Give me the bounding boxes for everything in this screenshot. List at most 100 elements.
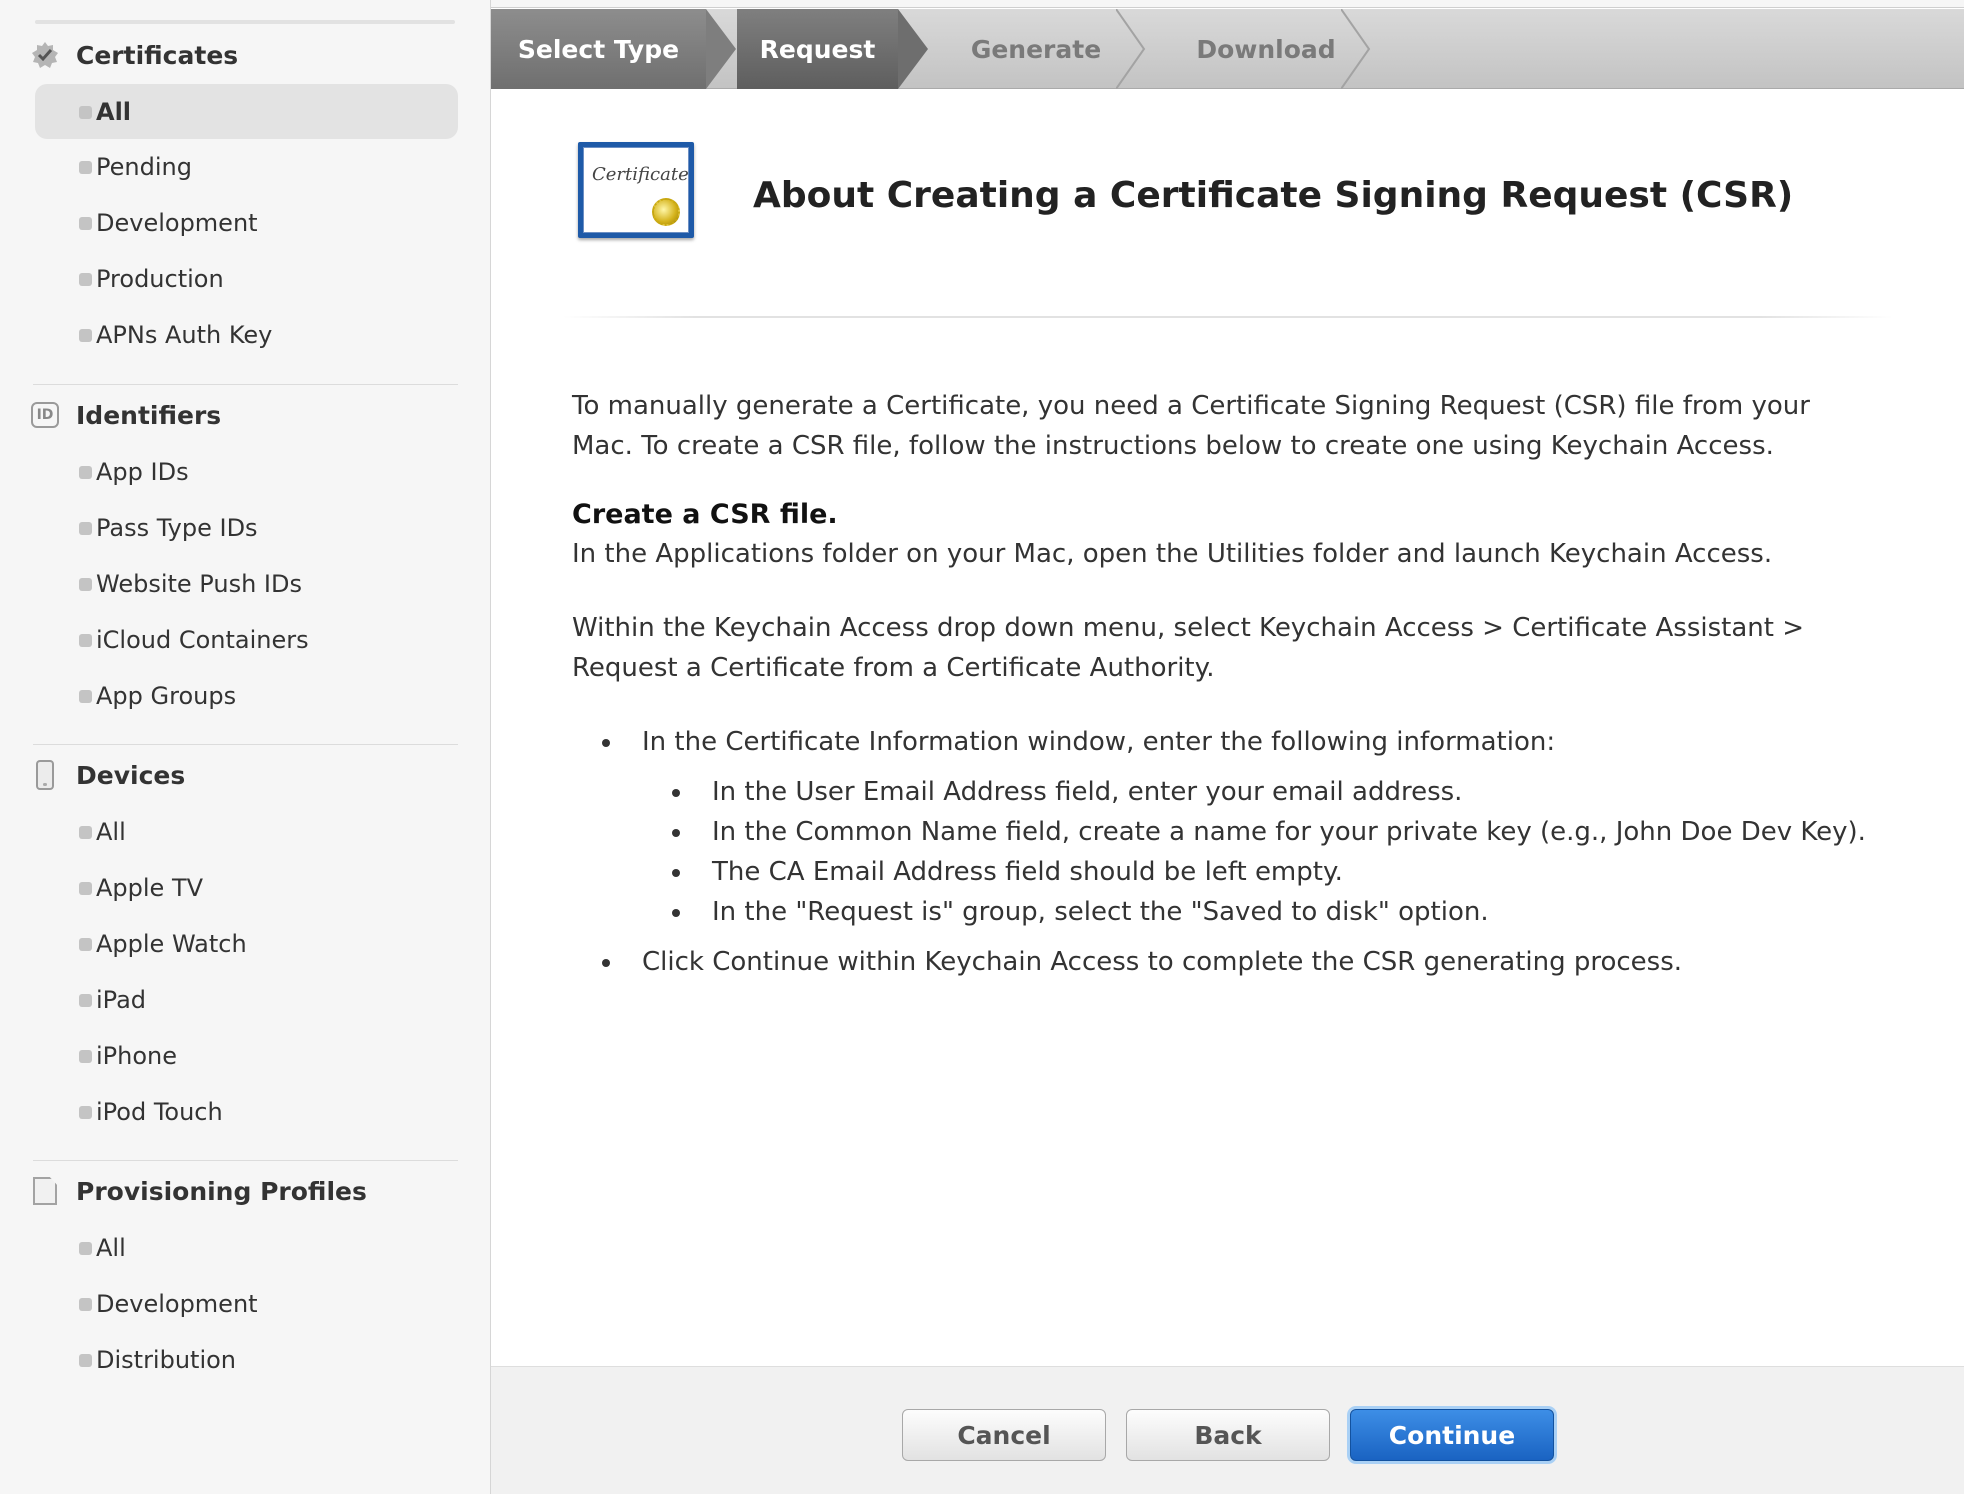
bullet-icon xyxy=(79,826,92,839)
sub-list-item: In the User Email Address field, enter y… xyxy=(642,772,1872,812)
sidebar-divider xyxy=(33,744,458,745)
sidebar-item-label: iPhone xyxy=(96,1041,178,1070)
sidebar-item-label: Apple TV xyxy=(96,873,204,902)
csr-subheading: Create a CSR file. xyxy=(572,499,838,530)
menu-paragraph: Within the Keychain Access drop down men… xyxy=(572,613,1805,683)
chevron-right-icon xyxy=(1116,9,1146,89)
sidebar-item-label: Production xyxy=(96,264,224,293)
document-icon xyxy=(30,1176,60,1206)
footer-bar: Cancel Back Continue xyxy=(491,1366,1964,1494)
bullet-icon xyxy=(79,466,92,479)
step-request: Request xyxy=(737,9,898,89)
sidebar-item-label: App Groups xyxy=(96,681,237,710)
bullet-icon xyxy=(79,690,92,703)
top-border xyxy=(491,0,1964,8)
sidebar-item-label: Pass Type IDs xyxy=(96,513,258,542)
sidebar-item-label: Development xyxy=(96,208,258,237)
instruction-list: In the Certificate Information window, e… xyxy=(572,722,1872,982)
continue-button[interactable]: Continue xyxy=(1350,1409,1554,1461)
bullet-icon xyxy=(79,882,92,895)
list-item: Click Continue within Keychain Access to… xyxy=(572,942,1872,982)
bullet-icon xyxy=(79,634,92,647)
sidebar-item-label: Distribution xyxy=(96,1345,237,1374)
sidebar-item-label: Website Push IDs xyxy=(96,569,302,598)
section-devices: Devices xyxy=(30,755,460,795)
section-provisioning-profiles: Provisioning Profiles xyxy=(30,1171,460,1211)
sidebar-item-label: Development xyxy=(96,1289,258,1318)
id-badge-icon: ID xyxy=(30,400,60,430)
chevron-right-icon xyxy=(1341,9,1371,89)
back-button[interactable]: Back xyxy=(1126,1409,1330,1461)
step-label: Generate xyxy=(970,34,1102,64)
step-progress-bar: Select Type Request Generate Download xyxy=(491,9,1964,89)
section-identifiers: ID Identifiers xyxy=(30,395,460,435)
sub-list-item: In the "Request is" group, select the "S… xyxy=(642,892,1872,932)
bullet-icon xyxy=(79,217,92,230)
sidebar-item-profiles-all[interactable]: All xyxy=(35,1220,458,1275)
main-panel: Select Type Request Generate Download Ce… xyxy=(491,0,1964,1494)
sidebar-item-label: iPad xyxy=(96,985,147,1014)
bullet-icon xyxy=(79,273,92,286)
sidebar-item-icloud-containers[interactable]: iCloud Containers xyxy=(35,612,458,667)
bullet-icon xyxy=(79,994,92,1007)
list-item-text: In the Certificate Information window, e… xyxy=(642,727,1556,757)
title-divider xyxy=(563,316,1893,318)
chevron-right-icon xyxy=(706,9,736,89)
bullet-icon xyxy=(79,1354,92,1367)
sidebar-item-label: All xyxy=(96,97,132,126)
sidebar-item-certificates-all[interactable]: All xyxy=(35,84,458,139)
sidebar-item-label: APNs Auth Key xyxy=(96,320,273,349)
sidebar-item-app-ids[interactable]: App IDs xyxy=(35,444,458,499)
sidebar-item-label: iCloud Containers xyxy=(96,625,309,654)
certificate-icon: Certificate xyxy=(578,142,694,238)
sidebar-item-label: All xyxy=(96,1233,126,1262)
page-title: About Creating a Certificate Signing Req… xyxy=(753,175,1794,216)
sidebar-item-apple-watch[interactable]: Apple Watch xyxy=(35,916,458,971)
sidebar: Certificates All Pending Development Pro… xyxy=(0,0,491,1494)
sidebar-item-certificates-pending[interactable]: Pending xyxy=(35,139,458,194)
sidebar-item-profiles-distribution[interactable]: Distribution xyxy=(35,1332,458,1387)
step-label: Select Type xyxy=(517,34,680,64)
sidebar-item-label: iPod Touch xyxy=(96,1097,223,1126)
sub-instruction-list: In the User Email Address field, enter y… xyxy=(642,772,1872,932)
sidebar-item-iphone[interactable]: iPhone xyxy=(35,1028,458,1083)
sidebar-item-label: All xyxy=(96,817,126,846)
sidebar-item-ipad[interactable]: iPad xyxy=(35,972,458,1027)
sidebar-item-label: App IDs xyxy=(96,457,189,486)
sidebar-item-app-groups[interactable]: App Groups xyxy=(35,668,458,723)
sidebar-item-label: Apple Watch xyxy=(96,929,247,958)
sub-list-item: The CA Email Address field should be lef… xyxy=(642,852,1872,892)
step-label: Download xyxy=(1196,34,1336,64)
sidebar-item-certificates-development[interactable]: Development xyxy=(35,195,458,250)
sidebar-item-profiles-development[interactable]: Development xyxy=(35,1276,458,1331)
bullet-icon xyxy=(79,522,92,535)
sidebar-item-certificates-production[interactable]: Production xyxy=(35,251,458,306)
bullet-icon xyxy=(79,1242,92,1255)
step-generate: Generate xyxy=(936,9,1136,89)
list-item: In the Certificate Information window, e… xyxy=(572,722,1872,932)
bullet-icon xyxy=(79,161,92,174)
instructions: To manually generate a Certificate, you … xyxy=(572,386,1872,982)
cancel-button[interactable]: Cancel xyxy=(902,1409,1106,1461)
section-certificates: Certificates xyxy=(30,35,460,75)
certificate-seal-icon xyxy=(30,40,60,70)
bullet-icon xyxy=(79,1298,92,1311)
chevron-right-icon xyxy=(898,9,928,89)
sidebar-item-certificates-apns-auth-key[interactable]: APNs Auth Key xyxy=(35,307,458,362)
phone-icon xyxy=(30,760,60,790)
sub-list-item: In the Common Name field, create a name … xyxy=(642,812,1872,852)
sidebar-item-apple-tv[interactable]: Apple TV xyxy=(35,860,458,915)
bullet-icon xyxy=(79,329,92,342)
sidebar-item-website-push-ids[interactable]: Website Push IDs xyxy=(35,556,458,611)
section-title-provisioning-profiles: Provisioning Profiles xyxy=(76,1176,367,1206)
sidebar-divider xyxy=(33,384,458,385)
sidebar-item-pass-type-ids[interactable]: Pass Type IDs xyxy=(35,500,458,555)
sidebar-item-devices-all[interactable]: All xyxy=(35,804,458,859)
sidebar-item-ipod-touch[interactable]: iPod Touch xyxy=(35,1084,458,1139)
section-title-identifiers: Identifiers xyxy=(76,400,222,430)
intro-paragraph: To manually generate a Certificate, you … xyxy=(572,391,1810,461)
step-label: Request xyxy=(759,34,876,64)
bullet-icon xyxy=(79,1050,92,1063)
bullet-icon xyxy=(79,938,92,951)
sidebar-item-label: Pending xyxy=(96,152,192,181)
